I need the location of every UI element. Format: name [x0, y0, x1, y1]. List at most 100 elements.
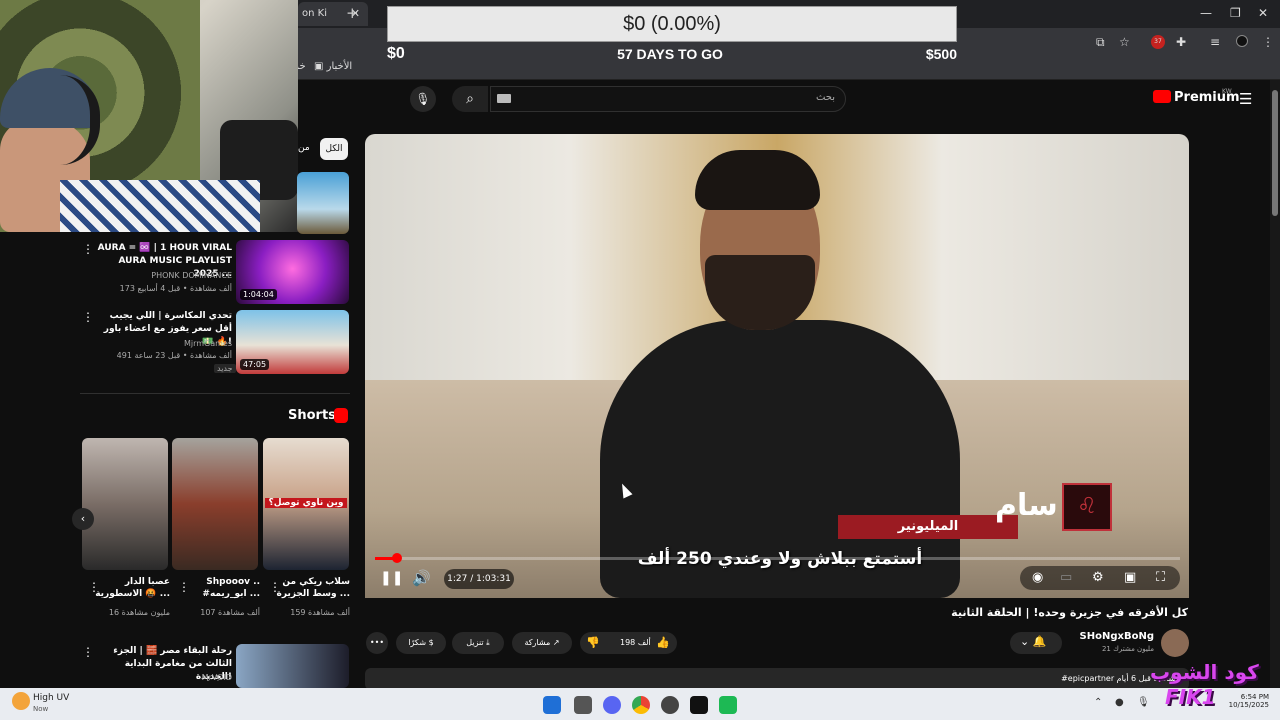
feed-item-meta: 491 ألف مشاهدة • قبل 23 ساعة [116, 351, 232, 360]
watermark-arabic: كود الشوب [1150, 660, 1259, 684]
bookmark-star-icon[interactable]: ☆ [1119, 35, 1130, 49]
kebab-menu-icon[interactable]: ⋮ [82, 242, 94, 256]
tab-title: on Ki [302, 8, 327, 19]
chip-all[interactable]: الكل [320, 138, 348, 160]
section-divider [80, 393, 350, 394]
feed-item-channel[interactable]: MjrmGames [95, 339, 232, 348]
video-title: كل الأفرقه في جزيرة وحده! | الحلقة الثان… [951, 606, 1188, 619]
app-icon[interactable] [719, 696, 737, 714]
volume-icon[interactable]: 🔊 [412, 569, 431, 587]
install-app-icon[interactable]: ⧉ [1096, 35, 1105, 50]
profile-avatar[interactable] [1236, 35, 1248, 47]
fullscreen-icon[interactable]: ⛶ [1156, 570, 1165, 585]
theater-mode-icon[interactable]: ▣ [1124, 570, 1136, 585]
subtitles-icon[interactable]: ▭ [1060, 570, 1072, 585]
video-thumbnail-aura[interactable]: 1:04:04 [236, 240, 349, 304]
thanks-label: شكرًا [408, 638, 427, 647]
shorts-logo-icon [334, 408, 348, 423]
name-overlay: سام [995, 488, 1058, 523]
feed-item-channel[interactable]: MrVOID [95, 673, 232, 682]
goal-amount: $0 (0.00%) [623, 13, 721, 35]
watermark-code: FIK1 [1165, 685, 1216, 709]
subscribed-bell-button[interactable]: ⌄ 🔔 [1010, 632, 1062, 654]
description-meta: #epicpartner مشاهدة قبل 6 أيام [1061, 674, 1180, 683]
taskbar-clock[interactable]: 6:54 PM 10/15/2025 [1225, 693, 1269, 709]
start-icon[interactable] [543, 696, 561, 714]
video-scrubber-handle[interactable] [392, 553, 402, 563]
lower-third-caption: الميليونير [838, 515, 1018, 539]
more-actions-icon[interactable]: ••• [366, 632, 388, 654]
thanks-button[interactable]: شكرًا $ [396, 632, 446, 654]
short-caption: وين ناوي توصل؟ [265, 498, 347, 508]
weather-subtitle: Now [33, 705, 49, 713]
like-icon[interactable]: 👍 [656, 636, 670, 649]
video-thumbnail-survival[interactable] [236, 644, 349, 688]
clock-time: 6:54 PM [1240, 693, 1269, 701]
extensions-icon[interactable]: ✚ [1176, 35, 1186, 49]
tray-chevron-icon[interactable]: ⌃ [1094, 697, 1102, 708]
pause-icon[interactable]: ❚❚ [380, 570, 403, 586]
youtube-play-icon [1153, 90, 1171, 103]
short-thumbnail[interactable] [172, 438, 258, 570]
chrome-icon[interactable] [632, 696, 650, 714]
channel-name[interactable]: SHoNgxBoNg [1050, 631, 1154, 642]
clock-date: 10/15/2025 [1228, 701, 1269, 709]
like-count[interactable]: 198 ألف [620, 638, 651, 647]
short-title[interactable]: عصبا الدار الاسطورية 🤬 ... [92, 576, 170, 600]
close-window-icon[interactable]: ✕ [1258, 6, 1268, 20]
taskview-icon[interactable] [574, 696, 592, 714]
short-thumbnail[interactable] [82, 438, 168, 570]
video-time: 1:27 / 1:03:31 [444, 569, 514, 589]
kebab-menu-icon[interactable]: ⋮ [178, 580, 190, 594]
duration-badge: 47:05 [240, 359, 270, 370]
newspaper-icon: ▣ [314, 61, 324, 72]
short-title[interactable]: Shpooov .. #ابو_ريمه ... [182, 576, 260, 600]
autoplay-toggle-icon[interactable]: ◉ [1032, 570, 1043, 585]
chrome-menu-icon[interactable]: ⋮ [1262, 35, 1274, 49]
webcam-shirt [60, 180, 260, 232]
short-title[interactable]: سلاب ريكي من وسط الجزيرة ... [272, 576, 350, 600]
duration-badge: 1:04:04 [240, 289, 277, 300]
feed-item-channel[interactable]: PHONK DOMINANCE [95, 271, 232, 280]
short-thumbnail[interactable]: وين ناوي توصل؟ [263, 438, 349, 570]
new-tab-button[interactable]: + [346, 4, 359, 22]
short-views: 159 ألف مشاهدة [290, 608, 350, 617]
restore-icon[interactable]: ❐ [1230, 6, 1241, 20]
weather-title: High UV [33, 693, 70, 703]
weather-icon[interactable] [12, 692, 30, 710]
new-badge: جديد [214, 364, 236, 373]
video-thumbnail-challenge[interactable]: 47:05 [236, 310, 349, 374]
dislike-icon[interactable]: 👎 [586, 636, 600, 649]
tiktok-icon[interactable] [690, 696, 708, 714]
scrollbar-thumb[interactable] [1272, 90, 1278, 216]
keyboard-icon[interactable] [497, 94, 511, 103]
settings-icon[interactable] [661, 696, 679, 714]
bookmark-news[interactable]: ▣ الأخبار [314, 61, 352, 72]
chevron-left-icon[interactable]: ‹ [72, 508, 94, 530]
minimize-icon[interactable]: — [1200, 6, 1212, 20]
discord-icon[interactable] [603, 696, 621, 714]
download-button[interactable]: تنزيل ⤓ [452, 632, 504, 654]
extension-badge-icon[interactable]: 37 [1151, 35, 1165, 49]
media-control-icon[interactable]: ≡ [1210, 35, 1220, 49]
chip-from[interactable]: من [298, 143, 310, 153]
settings-gear-icon[interactable]: ⚙ [1092, 570, 1104, 585]
kebab-menu-icon[interactable]: ⋮ [88, 580, 100, 594]
donation-goal-bar: $0 (0.00%) [387, 6, 957, 42]
video-progress-bar[interactable] [375, 557, 1180, 560]
microphone-icon[interactable]: 🎙 [410, 86, 436, 112]
kebab-menu-icon[interactable]: ⋮ [82, 310, 94, 324]
search-icon[interactable]: ⌕ [452, 86, 488, 112]
video-thumbnail[interactable] [297, 172, 349, 234]
share-button[interactable]: مشاركة ↗ [512, 632, 572, 654]
hamburger-menu-icon[interactable]: ☰ [1239, 90, 1252, 108]
kebab-menu-icon[interactable]: ⋮ [269, 580, 281, 594]
tray-app-icon[interactable]: ● [1115, 697, 1124, 708]
share-label: مشاركة [524, 638, 551, 647]
bell-icon: 🔔 [1032, 635, 1047, 648]
mic-tray-icon[interactable]: 🎙 [1137, 697, 1150, 708]
channel-avatar[interactable] [1161, 629, 1189, 657]
kebab-menu-icon[interactable]: ⋮ [82, 645, 94, 659]
search-input[interactable]: بحث [490, 86, 846, 112]
bookmark-news-label: الأخبار [326, 61, 353, 72]
